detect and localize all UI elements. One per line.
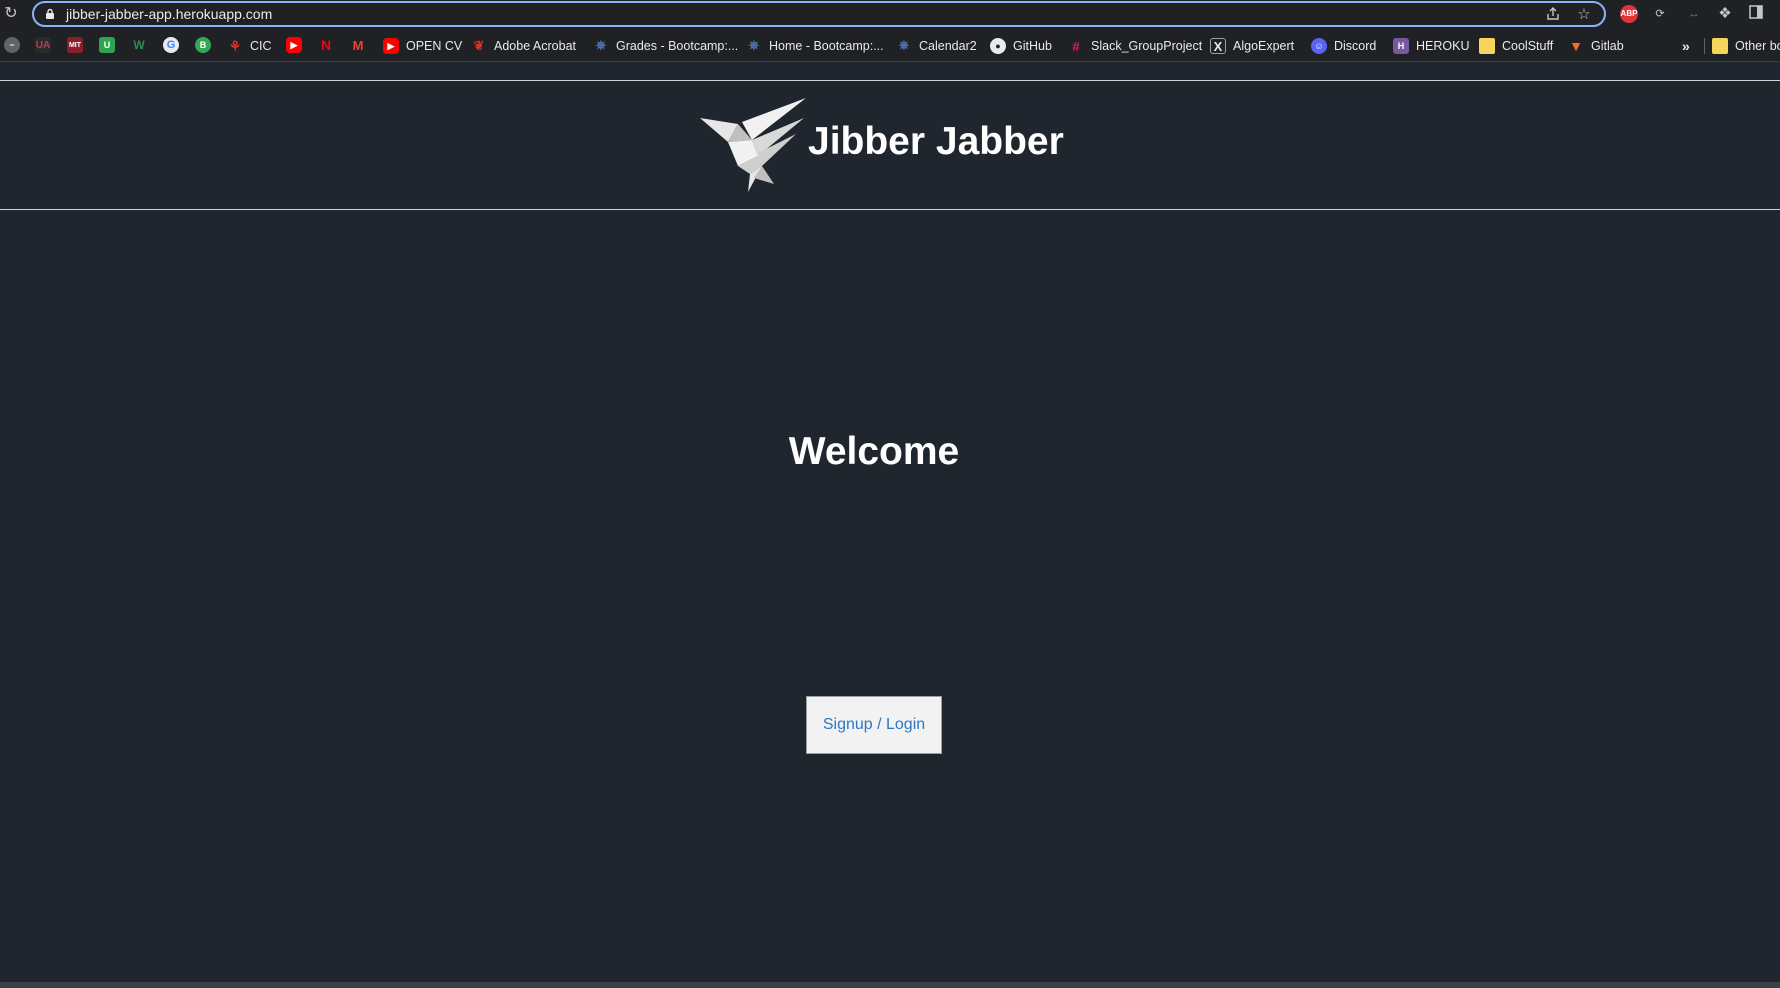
extension-refresh-icon[interactable]: ⟳ [1651,5,1669,23]
heroku-icon: H [1393,38,1409,54]
youtube-icon[interactable]: ▶ [286,37,302,53]
bookmark-label: Other bo [1735,39,1780,53]
bookmark-label: CoolStuff [1502,39,1554,53]
bookmarks-overflow-chevron[interactable]: » [1682,37,1690,55]
udacity-icon[interactable]: U [99,37,115,53]
header-divider-top [0,80,1780,81]
header-divider-bottom [0,209,1780,210]
bootcamp-icon: ✵ [748,38,760,53]
window-bottom-strip [0,982,1780,988]
bookmark-discord[interactable]: ☺ Discord [1311,37,1376,55]
bird-logo-icon [700,98,806,192]
bookmark-adobe-acrobat[interactable]: ❦ Adobe Acrobat [471,37,576,55]
bookmark-label: Grades - Bootcamp:... [616,39,739,53]
bookmark-label: GitHub [1013,39,1052,53]
maple-leaf-icon: ⚘ [228,37,242,54]
bookmark-home-bootcamp[interactable]: ✵ Home - Bootcamp:... [746,37,884,55]
side-panel-icon[interactable] [1747,5,1765,23]
slack-icon: # [1072,38,1080,54]
bookmark-label: CIC [250,39,272,53]
discord-icon: ☺ [1311,38,1327,54]
star-icon[interactable]: ☆ [1575,6,1593,24]
algoexpert-icon: X [1210,38,1226,54]
lock-icon[interactable] [44,8,56,20]
mit-ocw-icon[interactable]: MIT [67,37,83,53]
ua-logo-icon[interactable]: UA [35,37,51,53]
bookmark-calendar2[interactable]: ✵ Calendar2 [896,37,977,55]
acrobat-icon: ❦ [473,38,485,53]
share-icon[interactable] [1544,6,1562,24]
bookmark-gitlab[interactable]: ▼ Gitlab [1568,37,1624,55]
bookmark-label: Discord [1334,39,1377,53]
app-brand-title: Jibber Jabber [808,120,1064,163]
bookmark-github[interactable]: ● GitHub [990,37,1052,55]
google-icon[interactable]: G [163,37,179,53]
w-logo-icon[interactable]: W [131,37,147,53]
page-body: Jibber Jabber Welcome Signup / Login [0,62,1780,982]
gmail-icon[interactable]: M [350,37,366,53]
reload-icon[interactable]: ↻ [2,5,20,23]
bookmark-grades-bootcamp[interactable]: ✵ Grades - Bootcamp:... [593,37,739,55]
folder-icon [1712,38,1728,54]
bookmarks-bar: − UA MIT U W G B ⚘ CIC ▶ N M ▶ OPEN CV ❦… [0,28,1780,62]
netflix-icon[interactable]: N [318,37,334,53]
folder-icon [1479,38,1495,54]
github-icon: ● [990,38,1006,54]
bookmark-label: HEROKU [1416,39,1470,53]
bookmarks-divider [1704,38,1705,54]
bookmark-label: Calendar2 [919,39,977,53]
url-text[interactable]: jibber-jabber-app.herokuapp.com [66,6,272,22]
bookmark-algoexpert[interactable]: X AlgoExpert [1210,37,1294,55]
bookmark-open-cv[interactable]: ▶ OPEN CV [383,37,462,55]
bookmark-label: Home - Bootcamp:... [769,39,884,53]
browser-toolbar: ↻ jibber-jabber-app.herokuapp.com ☆ ABP … [0,0,1780,28]
youtube-icon: ▶ [383,38,399,54]
bookmark-coolstuff[interactable]: CoolStuff [1479,37,1553,55]
extension-translate-icon[interactable]: ↔ [1685,5,1703,23]
gitlab-icon: ▼ [1569,38,1583,54]
adblock-icon[interactable]: ABP [1620,5,1638,23]
bookmark-label: OPEN CV [406,39,463,53]
address-bar[interactable]: jibber-jabber-app.herokuapp.com ☆ [32,1,1606,27]
bookmark-cic[interactable]: ⚘ CIC [227,37,272,55]
b-circle-icon[interactable]: B [195,37,211,53]
bookmark-heroku[interactable]: H HEROKU [1393,37,1469,55]
bookmark-label: Gitlab [1591,39,1624,53]
minus-circle-icon[interactable]: − [4,37,20,53]
puzzle-icon[interactable]: ❖ [1716,5,1734,23]
bookmark-label: Adobe Acrobat [494,39,577,53]
bookmark-label: Slack_GroupProject [1091,39,1203,53]
bookmark-label: AlgoExpert [1233,39,1295,53]
bookmark-slack-groupproject[interactable]: # Slack_GroupProject [1068,37,1202,55]
signup-login-button[interactable]: Signup / Login [806,696,942,754]
bootcamp-icon: ✵ [898,38,910,53]
bookmark-other-bookmarks[interactable]: Other bo [1712,37,1780,55]
bootcamp-icon: ✵ [595,38,607,53]
welcome-heading: Welcome [788,430,960,473]
